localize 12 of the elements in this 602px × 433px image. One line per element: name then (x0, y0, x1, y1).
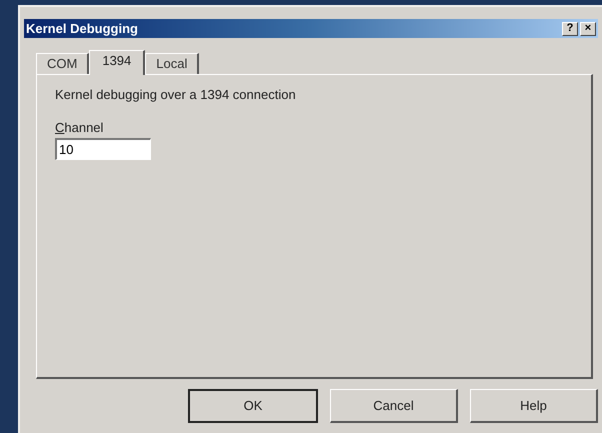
dialog-button[interactable]: OK (188, 389, 318, 423)
tab[interactable]: Local (145, 53, 200, 74)
window-title: Kernel Debugging (26, 20, 138, 38)
channel-field[interactable]: 10 (55, 138, 151, 160)
title-button[interactable]: × (580, 22, 596, 36)
title-button[interactable]: ? (562, 22, 578, 36)
field-label: Channel (55, 118, 104, 136)
description-text: Kernel debugging over a 1394 connection (55, 86, 297, 104)
tab[interactable]: 1394 (89, 50, 146, 75)
dialog-button[interactable]: Help (470, 389, 598, 423)
tab[interactable]: COM (36, 53, 90, 74)
dialog-button[interactable]: Cancel (330, 389, 458, 423)
